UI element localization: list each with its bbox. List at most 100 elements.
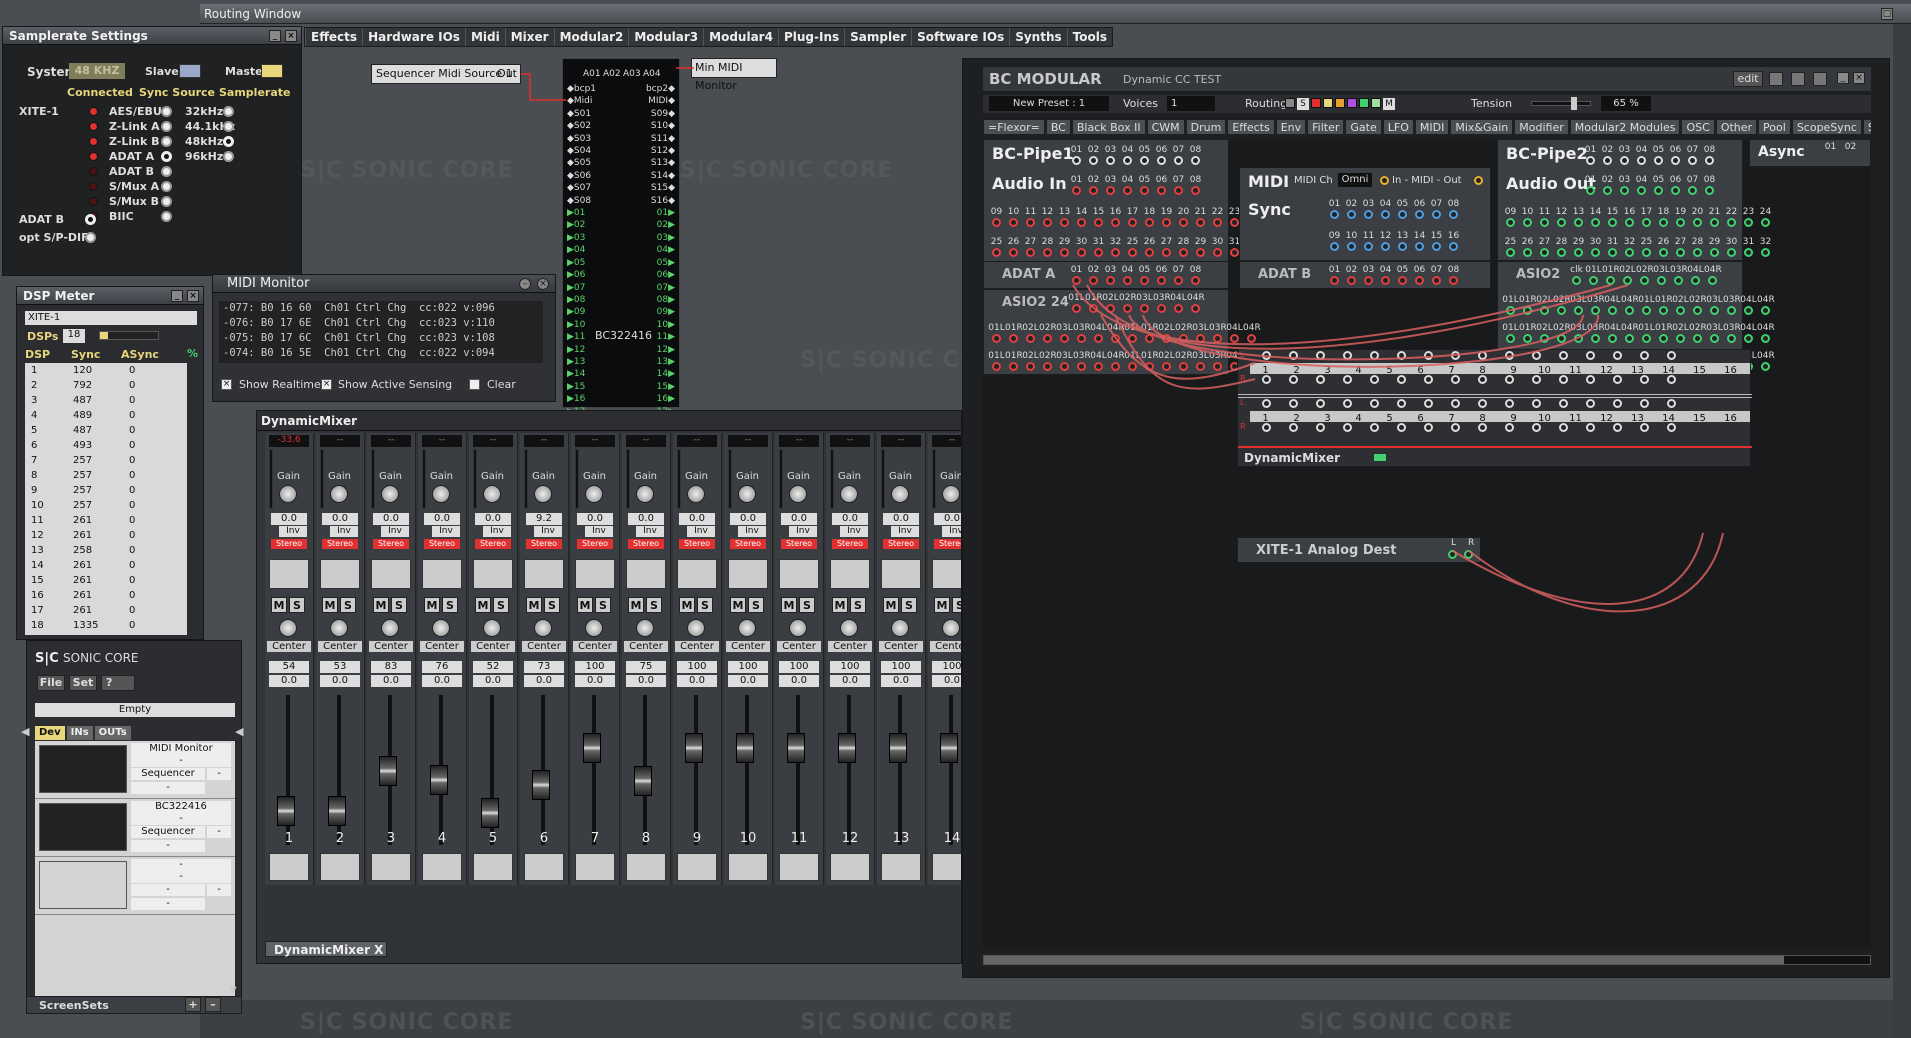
channel-footer-slot[interactable] <box>830 853 870 881</box>
inv-toggle[interactable]: Inv <box>534 526 562 537</box>
port-jack[interactable] <box>1667 423 1676 432</box>
save-as-icon[interactable] <box>1813 72 1827 86</box>
inv-toggle[interactable]: Inv <box>279 526 307 537</box>
send-value[interactable]: 100 <box>830 661 870 673</box>
port-jack[interactable] <box>1289 375 1298 384</box>
port-jack[interactable] <box>1671 186 1680 195</box>
port-jack[interactable] <box>1659 306 1668 315</box>
port-jack[interactable] <box>1179 334 1188 343</box>
port-jack[interactable] <box>1676 334 1685 343</box>
port-jack[interactable] <box>1157 156 1166 165</box>
port-jack[interactable] <box>1625 218 1634 227</box>
menu-item[interactable]: Modular4 <box>703 28 778 46</box>
port-jack[interactable] <box>1289 399 1298 408</box>
port-jack[interactable] <box>1761 306 1770 315</box>
category-button[interactable]: Env <box>1275 119 1307 135</box>
port-jack[interactable] <box>1691 276 1700 285</box>
port-jack[interactable] <box>1128 334 1137 343</box>
sequencer-midi-source-module[interactable]: Sequencer Midi Source 1 Out <box>371 64 521 84</box>
channel-fader[interactable] <box>532 769 550 800</box>
port-jack[interactable] <box>1213 248 1222 257</box>
voices-field[interactable]: 1 <box>1167 96 1215 111</box>
port-jack[interactable] <box>1043 218 1052 227</box>
minimize-icon[interactable]: _ <box>269 30 281 42</box>
port-jack[interactable] <box>1381 242 1390 251</box>
midi-monitor-tag[interactable]: Min MIDI Monitor <box>691 58 777 92</box>
solo-button[interactable]: S <box>952 597 961 613</box>
send-value[interactable]: 0.0 <box>371 675 411 687</box>
edit-button[interactable]: edit <box>1733 71 1763 87</box>
channel-footer-slot[interactable] <box>320 853 360 881</box>
port-jack[interactable] <box>1640 399 1649 408</box>
category-button[interactable]: OSC <box>1681 119 1715 135</box>
midi-in-port[interactable] <box>1380 176 1389 185</box>
xite-analog-dest-module[interactable]: XITE-1 Analog Dest L R <box>1237 537 1481 563</box>
port-jack[interactable] <box>1415 210 1424 219</box>
port-jack[interactable] <box>1761 218 1770 227</box>
port-jack[interactable] <box>1637 186 1646 195</box>
close-icon[interactable]: × <box>1853 72 1865 84</box>
send-value[interactable]: 0.0 <box>575 675 615 687</box>
port-jack[interactable] <box>1230 248 1239 257</box>
port-jack[interactable] <box>1727 334 1736 343</box>
port-jack[interactable] <box>1657 276 1666 285</box>
port-jack[interactable] <box>1089 186 1098 195</box>
port-jack[interactable] <box>1262 375 1271 384</box>
port-jack[interactable] <box>1613 351 1622 360</box>
port-jack[interactable] <box>1586 423 1595 432</box>
gain-value[interactable]: 0.0 <box>577 513 613 525</box>
port-jack[interactable] <box>1111 334 1120 343</box>
inv-toggle[interactable]: Inv <box>738 526 766 537</box>
port-jack[interactable] <box>1343 375 1352 384</box>
close-icon[interactable]: × <box>537 278 549 290</box>
adat-a-module[interactable]: ADAT A 01 02 03 04 05 06 07 08 <box>983 261 1229 289</box>
gain-value[interactable]: 0.0 <box>322 513 358 525</box>
mute-button[interactable]: M <box>322 597 338 613</box>
port-jack[interactable] <box>1727 248 1736 257</box>
port-jack[interactable] <box>1077 362 1086 371</box>
port-jack[interactable] <box>1674 276 1683 285</box>
port-jack[interactable] <box>1289 351 1298 360</box>
port-jack[interactable] <box>1094 334 1103 343</box>
stereo-button[interactable]: Stereo <box>883 539 919 549</box>
solo-button[interactable]: S <box>289 597 305 613</box>
port-jack[interactable] <box>1688 156 1697 165</box>
sync-source-radio[interactable] <box>161 136 172 147</box>
port-jack[interactable] <box>1557 306 1566 315</box>
port-jack[interactable] <box>1478 351 1487 360</box>
stereo-button[interactable]: Stereo <box>832 539 868 549</box>
port-jack[interactable] <box>1586 186 1595 195</box>
category-button[interactable]: Pool <box>1758 119 1791 135</box>
port-jack[interactable] <box>1478 423 1487 432</box>
port-jack[interactable] <box>1451 423 1460 432</box>
channel-footer-slot[interactable] <box>269 853 309 881</box>
send-value[interactable]: 0.0 <box>269 675 309 687</box>
port-jack[interactable] <box>1532 375 1541 384</box>
channel-fader[interactable] <box>685 733 703 763</box>
port-jack[interactable] <box>1174 218 1183 227</box>
send-value[interactable]: 73 <box>524 661 564 673</box>
port-jack[interactable] <box>1370 399 1379 408</box>
port-jack[interactable] <box>1710 306 1719 315</box>
routing-window-titlebar[interactable]: Routing Window □ <box>200 4 1911 24</box>
port-jack[interactable] <box>1026 362 1035 371</box>
inv-toggle[interactable]: Inv <box>330 526 358 537</box>
port-jack[interactable] <box>1559 375 1568 384</box>
port-jack[interactable] <box>1072 156 1081 165</box>
routing-swatch[interactable] <box>1323 98 1333 108</box>
menu-item[interactable]: Midi <box>464 28 505 46</box>
gain-knob[interactable] <box>534 485 552 503</box>
port-jack[interactable] <box>1174 156 1183 165</box>
port-jack[interactable] <box>1009 218 1018 227</box>
port-jack[interactable] <box>1128 248 1137 257</box>
port-jack[interactable] <box>1316 375 1325 384</box>
port-jack[interactable] <box>1540 306 1549 315</box>
pan-knob[interactable] <box>840 619 858 637</box>
port-jack[interactable] <box>1191 156 1200 165</box>
port-jack[interactable] <box>1620 156 1629 165</box>
port-jack[interactable] <box>1191 276 1200 285</box>
show-realtime-checkbox[interactable]: × <box>221 379 232 390</box>
port-jack[interactable] <box>1642 334 1651 343</box>
port-jack[interactable] <box>1574 218 1583 227</box>
mute-button[interactable]: M <box>373 597 389 613</box>
